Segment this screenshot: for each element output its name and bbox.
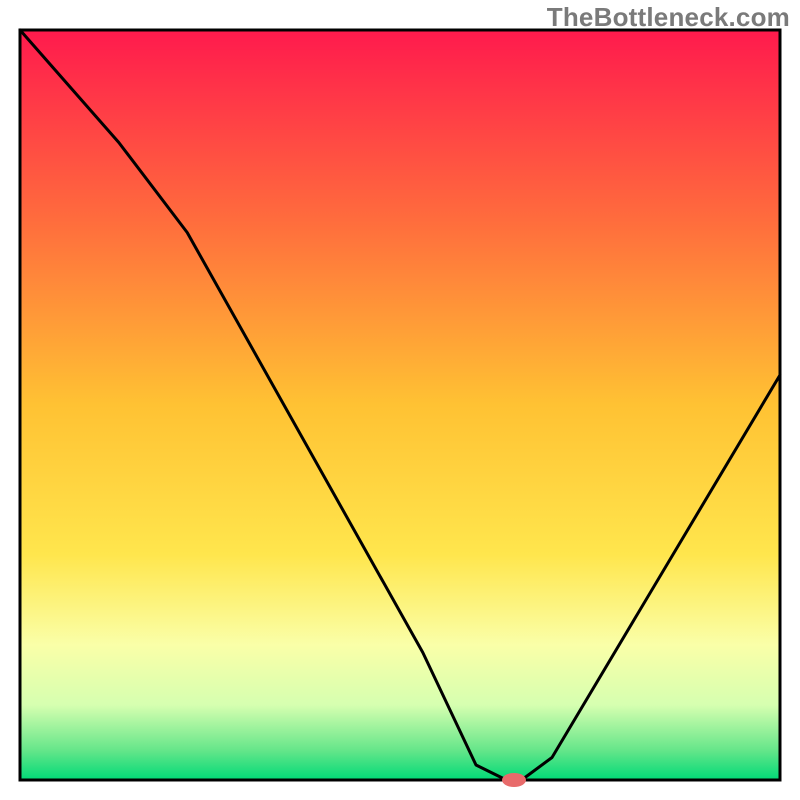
- chart-container: TheBottleneck.com: [0, 0, 800, 800]
- watermark-text: TheBottleneck.com: [547, 2, 790, 33]
- bottleneck-chart: [0, 0, 800, 800]
- optimal-marker: [502, 773, 526, 787]
- plot-background: [20, 30, 780, 780]
